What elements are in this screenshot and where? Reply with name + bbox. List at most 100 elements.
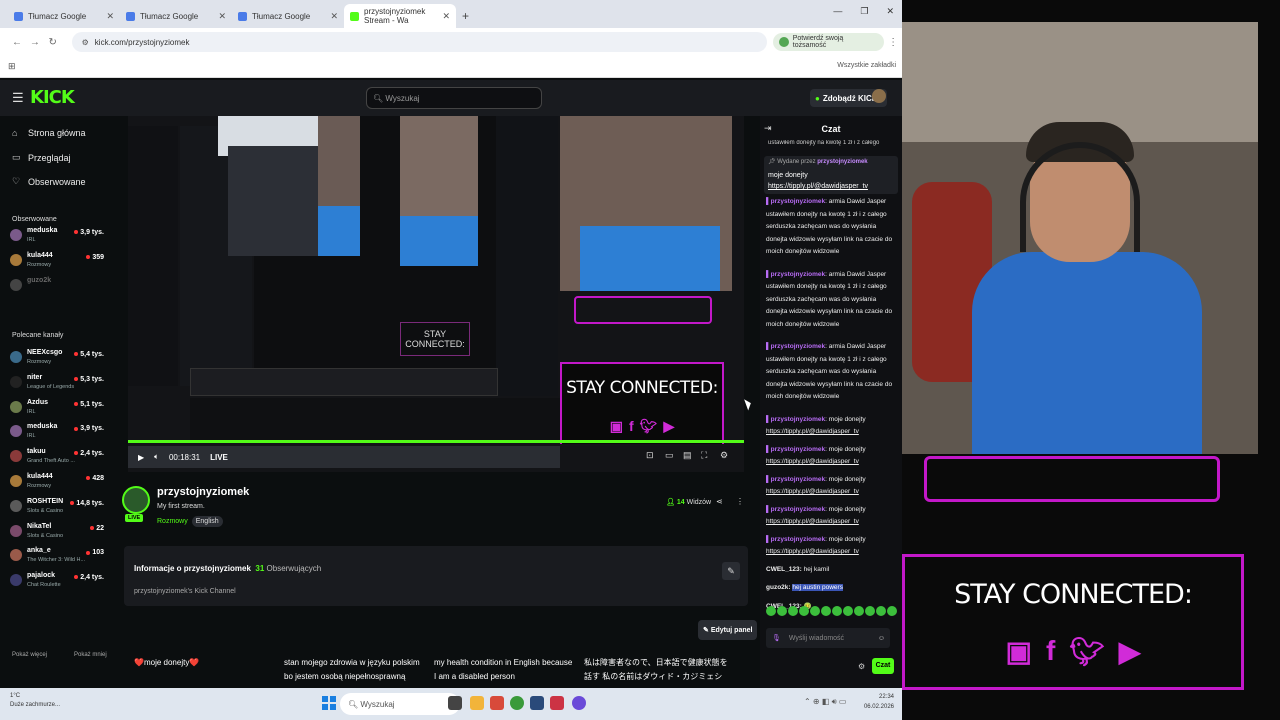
channel-item[interactable]: takuu Grand Theft Auto ... 2,4 tys.	[10, 447, 106, 469]
fullscreen-icon[interactable]: ⛶	[701, 450, 707, 461]
emote-icon[interactable]	[788, 606, 798, 616]
theater-mode-icon[interactable]: ▭	[665, 450, 674, 461]
chat-link[interactable]: https://tipply.pl/@dawidjasper_tv	[766, 428, 859, 435]
channel-item[interactable]: meduska IRL 3,9 tys.	[10, 422, 106, 444]
verify-identity-button[interactable]: Potwierdź swoją tożsamość	[772, 33, 885, 51]
emote-icon[interactable]	[777, 606, 787, 616]
streamer-name[interactable]: przystojnyziomek	[157, 486, 249, 498]
emote-icon[interactable]	[865, 606, 875, 616]
channel-item[interactable]: meduska IRL 3,9 tys.	[10, 226, 106, 248]
emote-icon[interactable]	[832, 606, 842, 616]
chat-username[interactable]: przystojnyziomek	[771, 198, 826, 205]
close-tab-icon[interactable]: ✕	[106, 11, 114, 22]
nav-browse[interactable]: ▭ Przeglądaj	[12, 152, 71, 163]
nav-following[interactable]: ♡ Obserwowane	[12, 176, 86, 187]
channel-item[interactable]: niter League of Legends 5,3 tys.	[10, 373, 106, 395]
browser-tab[interactable]: Tłumacz Google ✕	[120, 4, 232, 28]
nav-home[interactable]: ⌂ Strona główna	[12, 128, 86, 138]
send-chat-button[interactable]: Czat	[872, 658, 894, 674]
discord-icon[interactable]	[572, 696, 586, 710]
channel-item[interactable]: pajalock Chat Roulette 2,4 tys.	[10, 571, 106, 593]
user-avatar[interactable]	[872, 89, 886, 103]
chat-username[interactable]: CWEL_123:	[766, 566, 802, 573]
chat-username[interactable]: przystojnyziomek	[771, 476, 826, 483]
clip-icon[interactable]: ⊡	[646, 450, 654, 461]
minimize-icon[interactable]: —	[833, 6, 842, 17]
channel-item[interactable]: kula444 Rozmowy 359	[10, 251, 106, 273]
taskbar-search[interactable]: 🔍︎ Wyszukaj	[340, 693, 460, 715]
channel-item[interactable]: Azdus IRL 5,1 tys.	[10, 398, 106, 420]
apps-icon[interactable]: ⊞	[8, 61, 16, 72]
chat-username[interactable]: przystojnyziomek	[771, 536, 826, 543]
close-tab-icon[interactable]: ✕	[442, 11, 450, 22]
emote-icon[interactable]	[854, 606, 864, 616]
channel-item[interactable]: guzo2k	[10, 276, 106, 298]
chat-username[interactable]: przystojnyziomek	[771, 343, 826, 350]
settings-icon[interactable]: ⚙	[720, 450, 728, 461]
clock[interactable]: 22:34 06.02.2026	[864, 692, 894, 712]
task-view-icon[interactable]	[448, 696, 462, 710]
chat-settings-icon[interactable]: ⚙	[858, 662, 865, 671]
chat-link[interactable]: https://tipply.pl/@dawidjasper_tv	[766, 458, 859, 465]
chrome-icon[interactable]	[510, 696, 524, 710]
close-tab-icon[interactable]: ✕	[218, 11, 226, 22]
channel-item[interactable]: ROSHTEIN Slots & Casino 14,8 tys.	[10, 497, 106, 519]
browser-tab[interactable]: Tłumacz Google ✕	[8, 4, 120, 28]
more-options-icon[interactable]: ⋮	[736, 497, 744, 506]
new-tab-button[interactable]: +	[462, 4, 469, 28]
streamer-avatar[interactable]	[122, 486, 150, 514]
emote-icon[interactable]	[799, 606, 809, 616]
video-player[interactable]: STAY CONNECTED: STAY CONNECTED: ▣ f 🐦︎ ▶…	[128, 116, 744, 472]
chat-link[interactable]: https://tipply.pl/@dawidjasper_tv	[766, 548, 859, 555]
back-icon[interactable]: ←	[8, 37, 26, 48]
emote-icon[interactable]	[843, 606, 853, 616]
system-tray-icons[interactable]: ⌃ ⊕ ◧ 🔊︎ ▭	[804, 697, 846, 707]
volume-icon[interactable]: 🔈︎	[154, 452, 159, 462]
share-icon[interactable]: ⋖	[716, 497, 723, 506]
emote-icon[interactable]	[887, 606, 897, 616]
pip-icon[interactable]: ▤	[683, 450, 692, 461]
category-link[interactable]: Rozmowy	[157, 516, 188, 527]
kick-logo[interactable]: KICK	[30, 87, 75, 108]
close-tab-icon[interactable]: ✕	[330, 11, 338, 22]
chat-input[interactable]: 🎙︎ Wyślij wiadomość ☺	[766, 628, 890, 648]
chat-username[interactable]: przystojnyziomek	[771, 271, 826, 278]
chat-link[interactable]: https://tipply.pl/@dawidjasper_tv	[766, 488, 859, 495]
channel-item[interactable]: NEEXcsgo Rozmowy 5,4 tys.	[10, 348, 106, 370]
url-field[interactable]: ⚙ kick.com/przystojnyziomek	[71, 32, 767, 52]
channel-item[interactable]: kula444 Rozmowy 428	[10, 472, 106, 494]
show-less-button[interactable]: Pokaż mniej	[74, 652, 107, 658]
channel-item[interactable]: anka_e The Witcher 3: Wild H... 103	[10, 546, 106, 568]
emote-icon[interactable]	[821, 606, 831, 616]
app-icon[interactable]	[490, 696, 504, 710]
channel-item[interactable]: NikaTel Slots & Casino 22	[10, 522, 106, 544]
browser-tab-active[interactable]: przystojnyziomek Stream - Wa ✕	[344, 4, 456, 28]
search-input[interactable]: 🔍︎ Wyszukaj	[366, 87, 542, 109]
chat-username[interactable]: guzo2k:	[766, 584, 791, 591]
language-tag[interactable]: English	[191, 516, 223, 527]
chat-link[interactable]: https://tipply.pl/@dawidjasper_tv	[766, 518, 859, 525]
browser-tab[interactable]: Tłumacz Google ✕	[232, 4, 344, 28]
reload-icon[interactable]: ↻	[44, 37, 62, 48]
file-explorer-icon[interactable]	[470, 696, 484, 710]
emote-icon[interactable]	[876, 606, 886, 616]
chat-username[interactable]: przystojnyziomek	[771, 446, 826, 453]
maximize-icon[interactable]: ❐	[860, 6, 868, 17]
all-bookmarks-button[interactable]: Wszystkie zakładki	[837, 62, 896, 69]
menu-icon[interactable]: ☰	[12, 90, 24, 106]
app-icon[interactable]	[550, 696, 564, 710]
site-info-icon[interactable]: ⚙	[82, 38, 89, 47]
chat-username[interactable]: przystojnyziomek	[771, 506, 826, 513]
close-window-icon[interactable]: ✕	[886, 6, 894, 17]
start-icon[interactable]	[322, 696, 336, 710]
play-icon[interactable]: ▶	[138, 453, 144, 462]
menu-icon[interactable]: ⋮	[884, 37, 902, 48]
edit-panel-button[interactable]: ✎ Edytuj panel	[698, 620, 758, 640]
progress-bar[interactable]	[128, 440, 744, 443]
emote-icon[interactable]	[766, 606, 776, 616]
edit-pencil-icon[interactable]: ✎	[722, 562, 740, 580]
forward-icon[interactable]: →	[26, 37, 44, 48]
pinned-link[interactable]: https://tipply.pl/@dawidjasper_tv	[768, 183, 868, 190]
emote-icon[interactable]	[810, 606, 820, 616]
chat-username[interactable]: przystojnyziomek	[771, 416, 826, 423]
